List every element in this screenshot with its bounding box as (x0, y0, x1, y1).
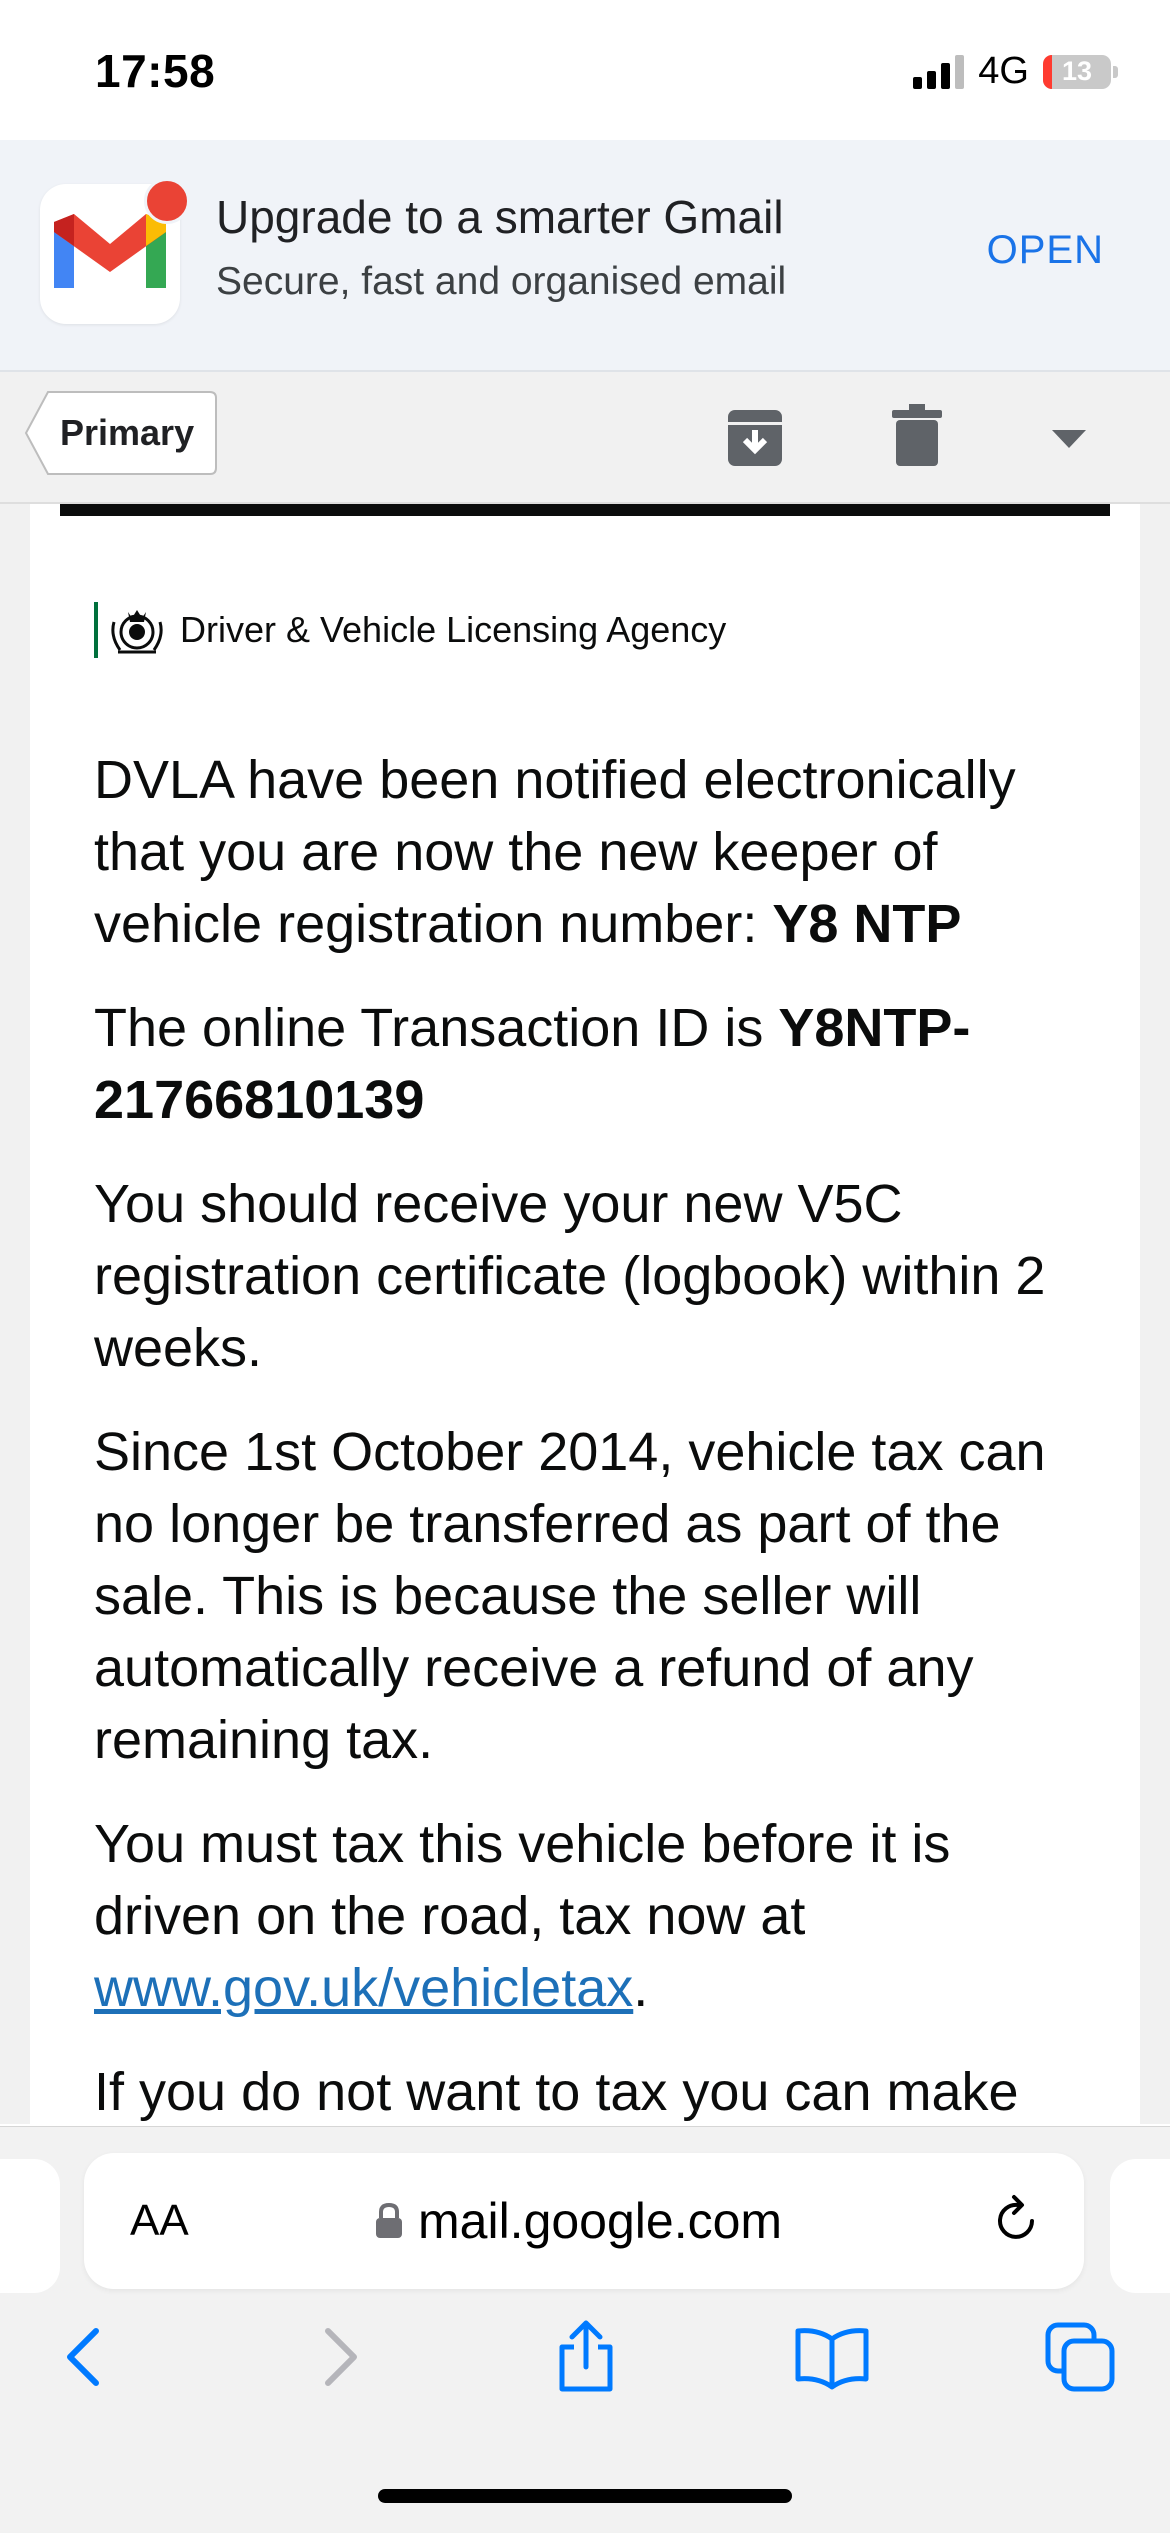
promo-title: Upgrade to a smarter Gmail (216, 191, 784, 243)
cellular-signal-icon (913, 54, 965, 89)
agency-header: Driver & Vehicle Licensing Agency (94, 602, 726, 658)
paragraph-tax-transfer: Since 1st October 2014, vehicle tax can … (94, 1422, 1046, 1770)
registration-number: Y8 NTP (772, 894, 962, 954)
paragraph-tax-now: You must tax this vehicle before it is d… (94, 1814, 951, 2018)
forward-icon[interactable] (298, 2317, 378, 2397)
lock-icon (376, 2202, 402, 2238)
archive-icon[interactable] (720, 402, 790, 472)
notification-dot (144, 178, 190, 224)
home-indicator[interactable] (378, 2489, 792, 2503)
url-display[interactable]: mail.google.com (374, 2153, 782, 2289)
browser-bottom-bar: AA mail.google.com (0, 2126, 1170, 2533)
address-bar[interactable]: AA mail.google.com (84, 2153, 1084, 2289)
back-to-primary-button[interactable]: Primary (24, 390, 218, 476)
battery-icon: 13 (1043, 54, 1118, 89)
next-tab-preview[interactable] (1110, 2159, 1170, 2293)
open-app-button[interactable]: OPEN (987, 228, 1104, 273)
back-icon[interactable] (46, 2317, 126, 2397)
promo-subtitle: Secure, fast and organised email (216, 260, 787, 303)
reload-icon[interactable] (988, 2193, 1044, 2249)
gmail-app-promo-banner: Upgrade to a smarter Gmail Secure, fast … (0, 140, 1170, 372)
tabs-icon[interactable] (1040, 2317, 1120, 2397)
share-icon[interactable] (546, 2317, 626, 2397)
status-indicators: 4G 13 (913, 50, 1118, 93)
back-button-label: Primary (60, 412, 195, 453)
gmail-logo-icon (40, 178, 190, 324)
url-text: mail.google.com (418, 2193, 783, 2249)
status-time: 17:58 (95, 45, 216, 97)
paragraph-v5c: You should receive your new V5C registra… (94, 1174, 1046, 1378)
email-toolbar: Primary (0, 372, 1170, 504)
status-bar: 17:58 4G 13 (0, 0, 1170, 140)
vehicle-tax-link[interactable]: www.gov.uk/vehicletax (94, 1958, 633, 2018)
bookmarks-icon[interactable] (792, 2317, 872, 2397)
gov-header-bar (60, 504, 1110, 516)
previous-tab-preview[interactable] (0, 2159, 60, 2293)
paragraph-keeper: DVLA have been notified electronically t… (94, 750, 1016, 954)
reader-settings-button[interactable]: AA (130, 2153, 189, 2289)
royal-crest-icon (111, 610, 163, 654)
delete-icon[interactable] (882, 402, 952, 472)
paragraph-no-tax: If you do not want to tax you can make (94, 2062, 1019, 2122)
agency-name: Driver & Vehicle Licensing Agency (180, 609, 727, 650)
email-body: DVLA have been notified electronically t… (94, 744, 1094, 2160)
network-type: 4G (978, 50, 1029, 92)
paragraph-transaction: The online Transaction ID is Y8NTP-21766… (94, 998, 971, 1130)
more-options-dropdown-icon[interactable] (1046, 416, 1092, 462)
battery-level: 13 (1061, 56, 1093, 86)
